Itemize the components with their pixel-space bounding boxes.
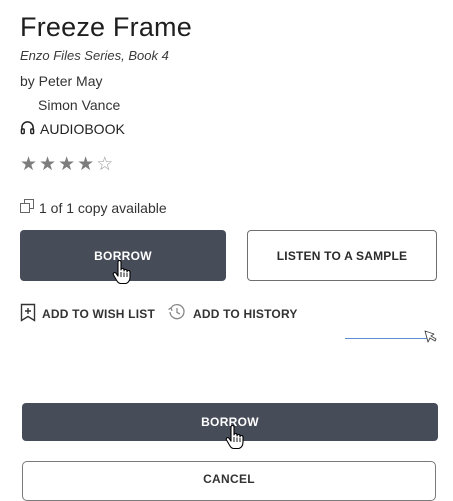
pointer-fragment-icon	[424, 330, 437, 343]
history-clock-icon	[167, 302, 187, 325]
narrator-name[interactable]: Simon Vance	[38, 97, 120, 113]
star-outline-icon[interactable]: ☆	[96, 155, 113, 175]
confirm-borrow-button[interactable]: BORROW	[22, 403, 438, 441]
availability-info: 1 of 1 copy available	[20, 199, 167, 216]
star-rating[interactable]: ★ ★ ★ ★ ☆	[20, 155, 113, 175]
star-icon[interactable]: ★	[20, 155, 37, 175]
star-icon[interactable]: ★	[77, 155, 94, 175]
author-line[interactable]: by Peter May	[20, 73, 102, 89]
cancel-button[interactable]: CANCEL	[22, 461, 436, 501]
availability-text: 1 of 1 copy available	[39, 199, 167, 216]
star-icon[interactable]: ★	[58, 155, 75, 175]
add-to-history-label: ADD TO HISTORY	[192, 306, 298, 321]
add-to-wish-list-label: ADD TO WISH LIST	[42, 306, 155, 321]
series-link[interactable]: Enzo Files Series, Book 4	[20, 48, 169, 63]
borrow-button[interactable]: BORROW	[20, 230, 226, 281]
secondary-actions: ADD TO WISH LIST ADD TO HISTORY	[20, 302, 310, 325]
listen-sample-button[interactable]: LISTEN TO A SAMPLE	[247, 230, 437, 281]
bookmark-plus-icon	[20, 303, 36, 325]
book-details-card: Freeze Frame Enzo Files Series, Book 4 b…	[0, 0, 453, 335]
format-label: AUDIOBOOK	[20, 120, 125, 138]
headphones-icon	[20, 120, 35, 138]
format-text: AUDIOBOOK	[40, 121, 125, 137]
book-title[interactable]: Freeze Frame	[20, 12, 192, 43]
add-to-history-button[interactable]: ADD TO HISTORY	[167, 302, 298, 325]
copies-icon	[20, 199, 35, 216]
add-to-wish-list-button[interactable]: ADD TO WISH LIST	[20, 303, 155, 325]
focus-underline	[345, 338, 427, 339]
star-icon[interactable]: ★	[39, 155, 56, 175]
